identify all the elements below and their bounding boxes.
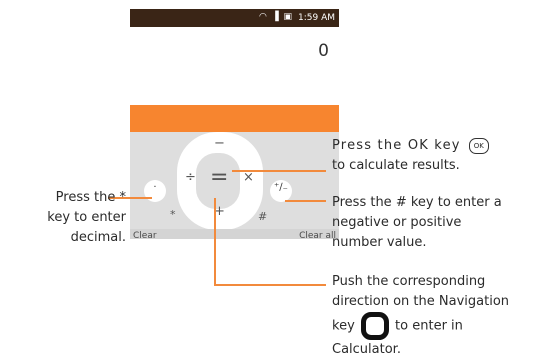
minus-key[interactable]: − [214,137,225,150]
ok-callout-line2: to calculate results. [332,158,460,173]
callout-navigation-key: Push the corresponding direction on the … [332,272,540,360]
hash-hint: # [258,210,268,223]
nav-callout-line2: direction on the Navigation [332,294,510,309]
leader-line-ok [232,170,326,172]
divide-key[interactable]: ÷ [185,171,196,184]
star-callout-line3: decimal. [70,230,126,245]
keypad: − ÷ = × + · ⁺∕₋ * # [130,132,339,230]
status-icons: ◠ ▐ ▣ [259,12,293,22]
leader-line-nav-horizontal [214,284,326,286]
star-hint: * [170,208,176,221]
hash-callout-line1: Press the # key to enter a [332,195,502,210]
callout-ok-key: Press the OK key OK to calculate results… [332,136,532,176]
status-bar: ◠ ▐ ▣ 1:59 AM [130,9,339,27]
nav-callout-line1: Push the corresponding [332,274,486,289]
result-value: 0 [318,41,329,61]
callout-star-key: Press the * key to enter decimal. [0,188,126,248]
clear-softkey[interactable]: Clear [133,231,157,239]
hash-callout-line2: negative or positive [332,215,462,230]
nav-callout-line3b: to enter in [395,318,463,334]
accent-bar [130,105,339,132]
star-callout-line1: Press the * [55,190,126,205]
calculator-screen: ◠ ▐ ▣ 1:59 AM 0 − ÷ = × + · ⁺∕₋ * # Clea… [130,9,339,239]
status-time: 1:59 AM [298,13,335,23]
sign-key[interactable]: ⁺∕₋ [270,180,292,202]
callout-hash-key: Press the # key to enter a negative or p… [332,193,532,253]
star-callout-line2: key to enter [47,210,126,225]
nav-callout-line4: Calculator. [332,342,401,357]
ok-button-icon: OK [468,137,489,154]
result-display: 0 [130,27,339,105]
softkey-bar: Clear Clear all [130,229,339,239]
leader-line-hash [285,200,326,202]
clear-all-softkey[interactable]: Clear all [299,231,336,239]
hash-callout-line3: number value. [332,235,427,250]
ok-callout-line1: Press the OK key [332,138,461,153]
sign-key-label: ⁺∕₋ [274,182,288,193]
nav-callout-line3a: key [332,318,355,334]
leader-line-nav-vertical [214,198,216,285]
multiply-key[interactable]: × [243,171,254,184]
decimal-key-label: · [153,182,157,193]
equals-key[interactable]: = [210,167,228,189]
navigation-key-icon [360,312,389,340]
